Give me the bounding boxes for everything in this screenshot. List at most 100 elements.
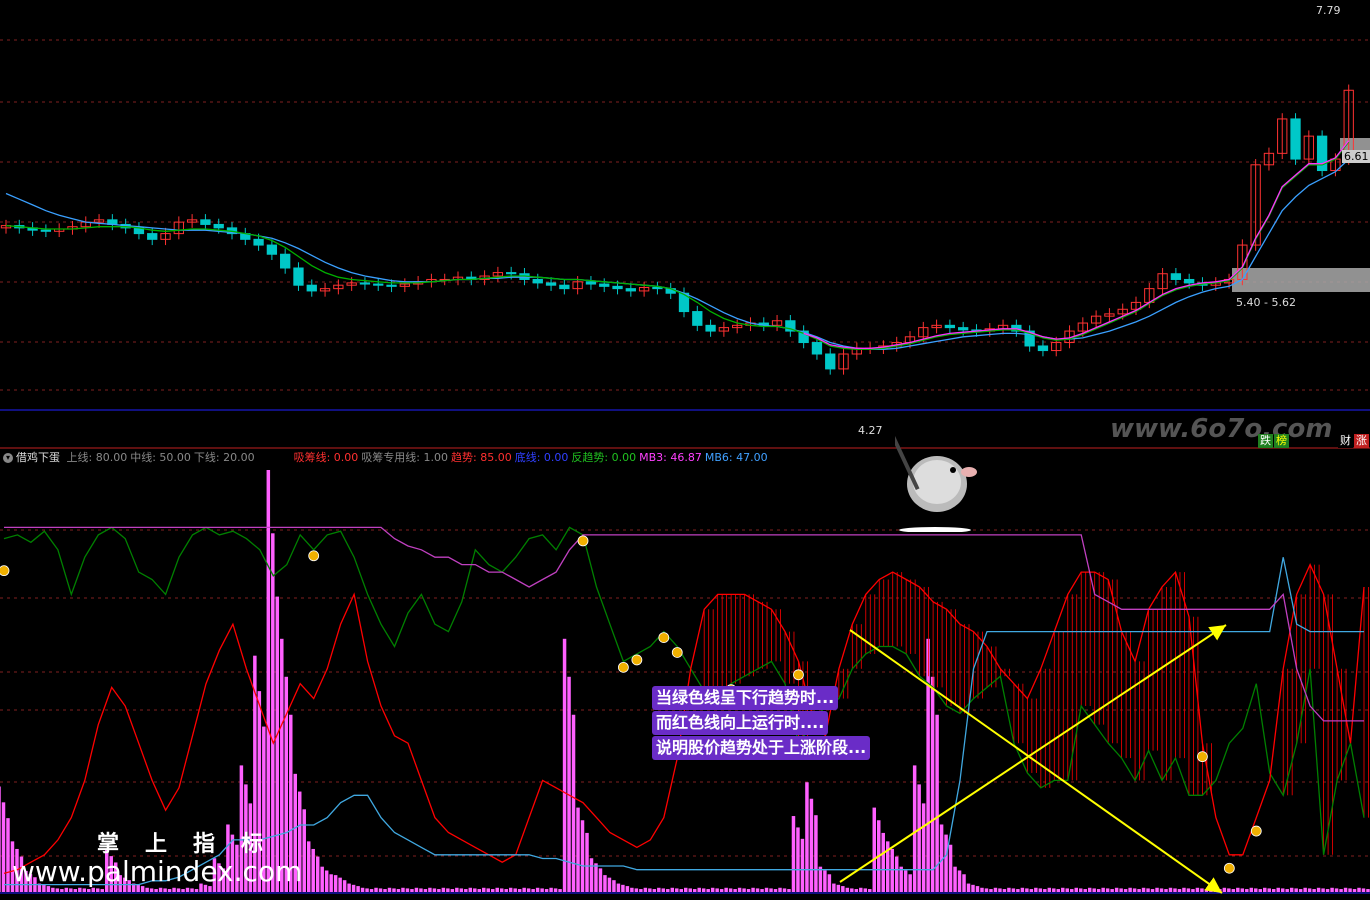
indicator-bar: [684, 887, 688, 892]
candle-body: [625, 288, 636, 292]
indicator-bar: [1168, 887, 1173, 892]
indicator-bar: [333, 875, 338, 892]
tag-decline[interactable]: 跌: [1258, 434, 1273, 448]
candle-body: [506, 272, 517, 275]
indicator-bar: [1289, 887, 1294, 892]
candle-body: [958, 327, 969, 331]
indicator-bar: [1034, 887, 1038, 892]
indicator-bar: [82, 888, 87, 892]
indicator-bar: [966, 883, 971, 892]
indicator-bar: [832, 883, 836, 892]
indicator-bar: [64, 887, 69, 892]
candle-body: [266, 244, 278, 255]
signal-dot-icon: [618, 661, 629, 673]
indicator-bar: [692, 889, 697, 892]
tag-finance[interactable]: 财: [1338, 434, 1353, 448]
candle-body: [40, 229, 52, 232]
indicator-bar: [490, 889, 495, 892]
indicator-legend-items: 上线: 80.00 中线: 50.00 下线: 20.00 吸筹线: 0.00 吸筹专用…: [67, 451, 771, 464]
collapse-icon[interactable]: ▾: [3, 453, 13, 463]
indicator-bar: [1271, 889, 1276, 892]
indicator-bar: [764, 887, 769, 892]
candle-body: [585, 281, 597, 285]
indicator-bar: [607, 877, 612, 892]
signal-dot-icon: [631, 654, 643, 666]
indicator-bar: [181, 889, 185, 892]
candle-body: [825, 353, 836, 370]
indicator-bar: [194, 889, 199, 892]
indicator-bar: [1065, 888, 1070, 892]
legend-item: MB3: 46.87: [639, 451, 702, 464]
indicator-bar: [464, 889, 468, 892]
candle-body: [147, 233, 158, 240]
indicator-bar: [311, 848, 315, 892]
indicator-bar: [733, 889, 737, 892]
indicator-bar: [616, 883, 621, 892]
indicator-bar: [1061, 887, 1065, 892]
indicator-bar: [526, 888, 531, 892]
legend-item: 吸筹线: 0.00: [293, 451, 359, 464]
indicator-bar: [701, 888, 706, 892]
tag-rise[interactable]: 涨: [1354, 434, 1369, 448]
indicator-bar: [643, 887, 648, 892]
callout-line-3: 说明股价趋势处于上涨阶段...: [652, 736, 871, 760]
candle-body: [692, 311, 703, 326]
indicator-bar: [69, 888, 73, 892]
indicator-bar: [1352, 889, 1357, 892]
indicator-bar: [347, 883, 351, 892]
indicator-bar: [320, 866, 324, 892]
indicator-bar: [190, 888, 194, 892]
indicator-bar: [657, 887, 661, 892]
indicator-bar: [881, 832, 885, 892]
indicator-bar: [1074, 887, 1078, 892]
indicator-bar: [1348, 888, 1352, 892]
indicator-bar: [1016, 889, 1020, 892]
tag-rank[interactable]: 榜: [1274, 434, 1289, 448]
indicator-bar: [742, 888, 746, 892]
indicator-bar: [315, 856, 320, 892]
indicator-bar: [1325, 889, 1330, 892]
indicator-bar: [6, 818, 10, 892]
indicator-bar: [1092, 888, 1096, 892]
indicator-bar: [1087, 887, 1092, 892]
indicator-bar: [302, 809, 306, 892]
indicator-bar: [1007, 887, 1011, 892]
indicator-bar: [706, 889, 710, 892]
indicator-bar: [1083, 889, 1087, 892]
indicator-bar: [782, 888, 787, 892]
callout-line-2: 而红色线向上运行时....: [652, 711, 829, 735]
indicator-bar: [971, 884, 975, 892]
indicator-bar: [1056, 889, 1061, 892]
indicator-bar: [567, 676, 571, 892]
callout-line-1: 当绿色线呈下行趋势时...: [652, 686, 839, 710]
signal-dot-icon: [1197, 751, 1208, 763]
candle-body: [386, 284, 397, 287]
indicator-bar: [751, 887, 755, 892]
indicator-bar: [1002, 889, 1007, 892]
indicator-bar: [1204, 889, 1209, 892]
indicator-bar: [504, 889, 508, 892]
indicator-bar: [778, 887, 782, 892]
price-range-band: [1232, 268, 1370, 292]
indicator-bar: [1070, 889, 1074, 892]
indicator-bar: [482, 887, 486, 892]
indicator-bar: [814, 815, 818, 892]
indicator-bar: [450, 889, 455, 892]
indicator-bar: [1267, 888, 1271, 892]
indicator-bar: [1047, 887, 1052, 892]
indicator-bar: [60, 889, 64, 892]
indicator-bar: [603, 875, 607, 892]
legend-item: 上线: 80.00: [66, 451, 128, 464]
indicator-bar: [172, 887, 176, 892]
candle-body: [705, 324, 716, 332]
candle-body: [612, 285, 623, 290]
indicator-bar: [1316, 887, 1321, 892]
indicator-bar: [401, 887, 405, 892]
indicator-bar: [724, 887, 728, 892]
indicator-bar: [1146, 888, 1150, 892]
indicator-bar: [585, 832, 589, 892]
indicator-bar: [508, 887, 513, 892]
price-range-label: 5.40 - 5.62: [1236, 296, 1296, 309]
indicator-bar: [666, 889, 670, 892]
signal-dot-icon: [793, 669, 804, 681]
